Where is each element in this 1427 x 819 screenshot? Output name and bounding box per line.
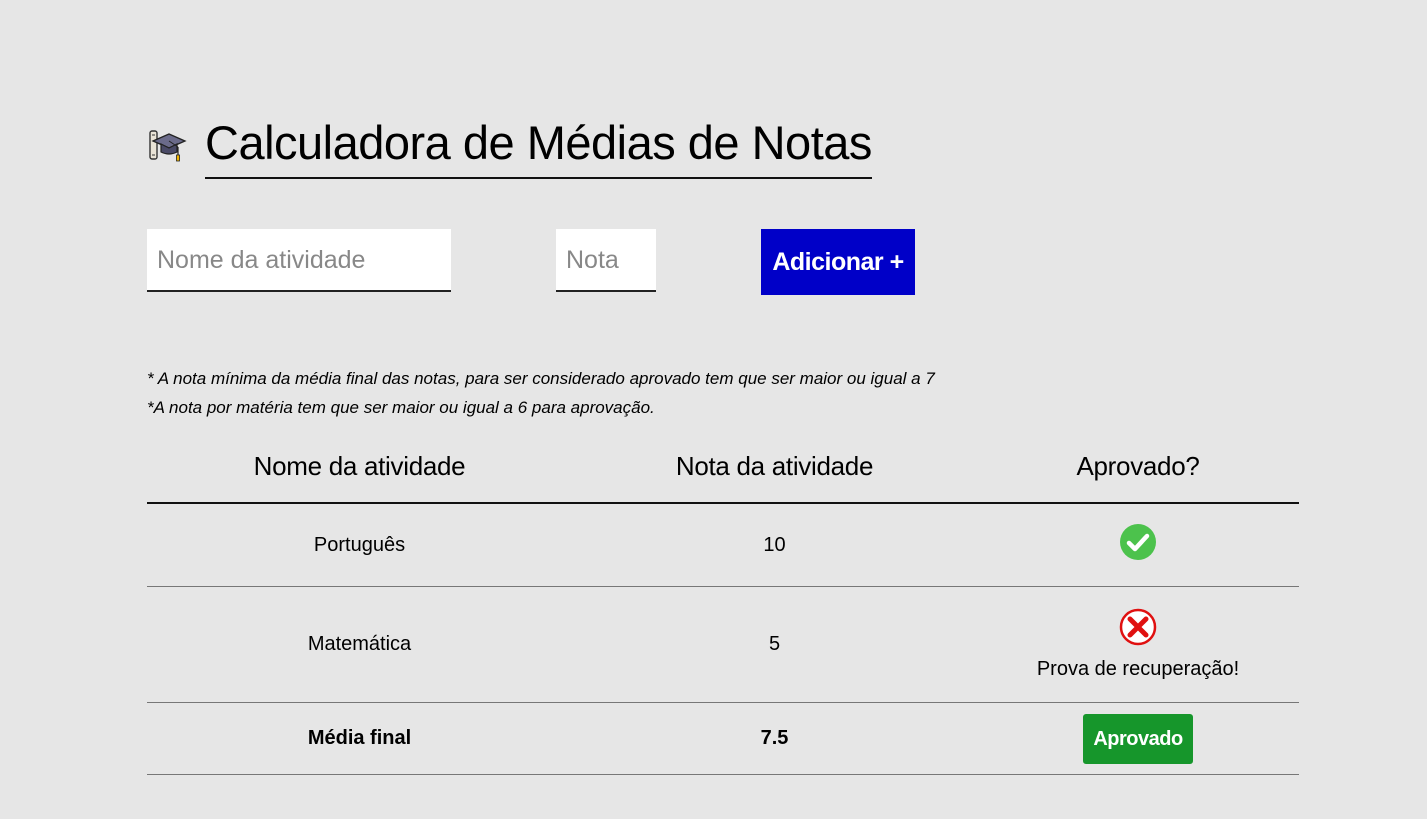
note-line-final-average: * A nota mínima da média final das notas…: [147, 369, 935, 388]
approval-cell: [977, 503, 1299, 587]
x-icon: [1119, 608, 1157, 652]
add-button[interactable]: Adicionar +: [761, 229, 915, 295]
page-title: Calculadora de Médias de Notas: [205, 113, 872, 179]
final-result-cell: Aprovado: [977, 702, 1299, 775]
grading-notes: * A nota mínima da média final das notas…: [147, 364, 935, 422]
grades-table: Nome da atividade Nota da atividade Apro…: [147, 430, 1299, 775]
column-header-name: Nome da atividade: [147, 430, 572, 504]
final-average-value: 7.5: [572, 702, 977, 775]
final-average-label: Média final: [147, 702, 572, 775]
check-icon: [1119, 523, 1157, 567]
column-header-grade: Nota da atividade: [572, 430, 977, 504]
column-header-approved: Aprovado?: [977, 430, 1299, 504]
final-average-row: Média final 7.5 Aprovado: [147, 702, 1299, 775]
recovery-message: Prova de recuperação!: [1036, 658, 1240, 680]
table-row: Português 10: [147, 503, 1299, 587]
table-header-row: Nome da atividade Nota da atividade Apro…: [147, 430, 1299, 504]
final-result-badge: Aprovado: [1083, 713, 1193, 764]
title-row: Calculadora de Médias de Notas: [147, 113, 872, 179]
activity-name-input[interactable]: Nome da atividade: [147, 229, 451, 292]
note-line-per-subject: *A nota por matéria tem que ser maior ou…: [147, 398, 655, 417]
approval-cell: Prova de recuperação!: [977, 586, 1299, 703]
activity-name-cell: Matemática: [147, 586, 572, 703]
table-row: Matemática 5 Prova de recuperação!: [147, 586, 1299, 703]
grade-input[interactable]: Nota: [556, 229, 656, 292]
activity-name-cell: Português: [147, 503, 572, 587]
graduation-cap-icon: [147, 125, 187, 165]
activity-grade-cell: 5: [572, 586, 977, 703]
activity-grade-cell: 10: [572, 503, 977, 587]
